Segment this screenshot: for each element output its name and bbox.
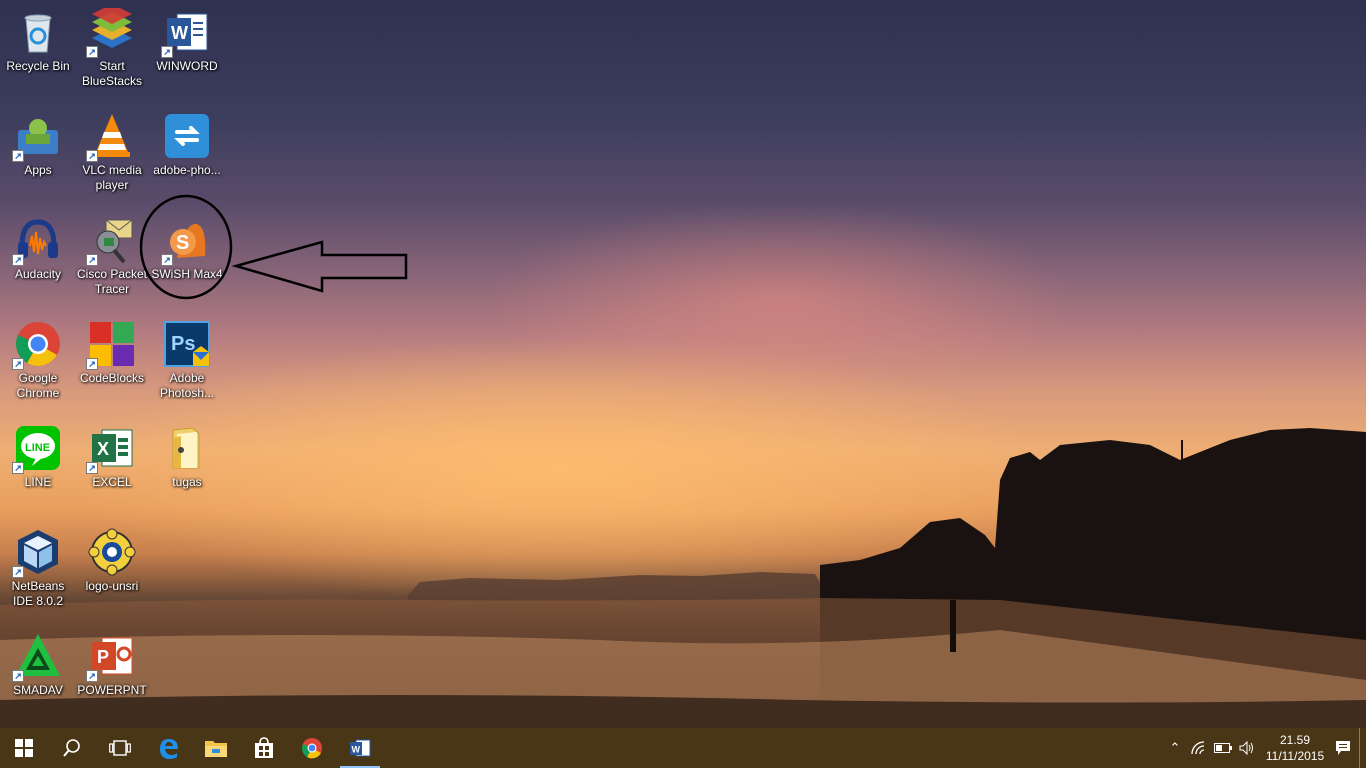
word-taskbar-button[interactable]: W bbox=[336, 728, 384, 768]
system-tray: ⌃ 21.59 11/11/2015 bbox=[1163, 728, 1366, 768]
chevron-up-icon: ⌃ bbox=[1169, 740, 1181, 755]
task-view-icon bbox=[109, 740, 131, 756]
chrome-icon bbox=[302, 738, 322, 759]
start-button[interactable] bbox=[0, 728, 48, 768]
store-button[interactable] bbox=[240, 728, 288, 768]
show-hidden-icons-button[interactable]: ⌃ bbox=[1163, 728, 1187, 768]
clock-time: 21.59 bbox=[1279, 733, 1311, 747]
action-center-icon bbox=[1336, 741, 1350, 755]
clock[interactable]: 21.59 11/11/2015 bbox=[1259, 732, 1331, 764]
word-icon: W bbox=[350, 739, 371, 757]
annotation-circle bbox=[139, 194, 233, 300]
edge-icon bbox=[160, 739, 178, 759]
file-explorer-icon bbox=[205, 741, 227, 757]
battery-button[interactable] bbox=[1211, 728, 1235, 768]
action-center-button[interactable] bbox=[1331, 728, 1355, 768]
annotation-overlay bbox=[139, 194, 408, 300]
task-view-button[interactable] bbox=[96, 728, 144, 768]
volume-icon bbox=[1239, 741, 1253, 755]
file-explorer-button[interactable] bbox=[192, 728, 240, 768]
svg-text:W: W bbox=[352, 745, 361, 755]
show-desktop-button[interactable] bbox=[1359, 728, 1366, 768]
battery-icon bbox=[1214, 743, 1232, 753]
taskbar: W ⌃ 21.59 11/11/2015 bbox=[0, 728, 1366, 768]
search-button[interactable] bbox=[48, 728, 96, 768]
clock-date: 11/11/2015 bbox=[1265, 749, 1325, 763]
annotation-arrow bbox=[231, 240, 408, 293]
chrome-taskbar-button[interactable] bbox=[288, 728, 336, 768]
search-icon bbox=[63, 739, 80, 757]
edge-button[interactable] bbox=[144, 728, 192, 768]
volume-button[interactable] bbox=[1235, 728, 1259, 768]
wifi-icon bbox=[1191, 741, 1205, 755]
network-button[interactable] bbox=[1187, 728, 1211, 768]
store-icon bbox=[255, 737, 273, 758]
windows-start-icon bbox=[15, 739, 33, 757]
